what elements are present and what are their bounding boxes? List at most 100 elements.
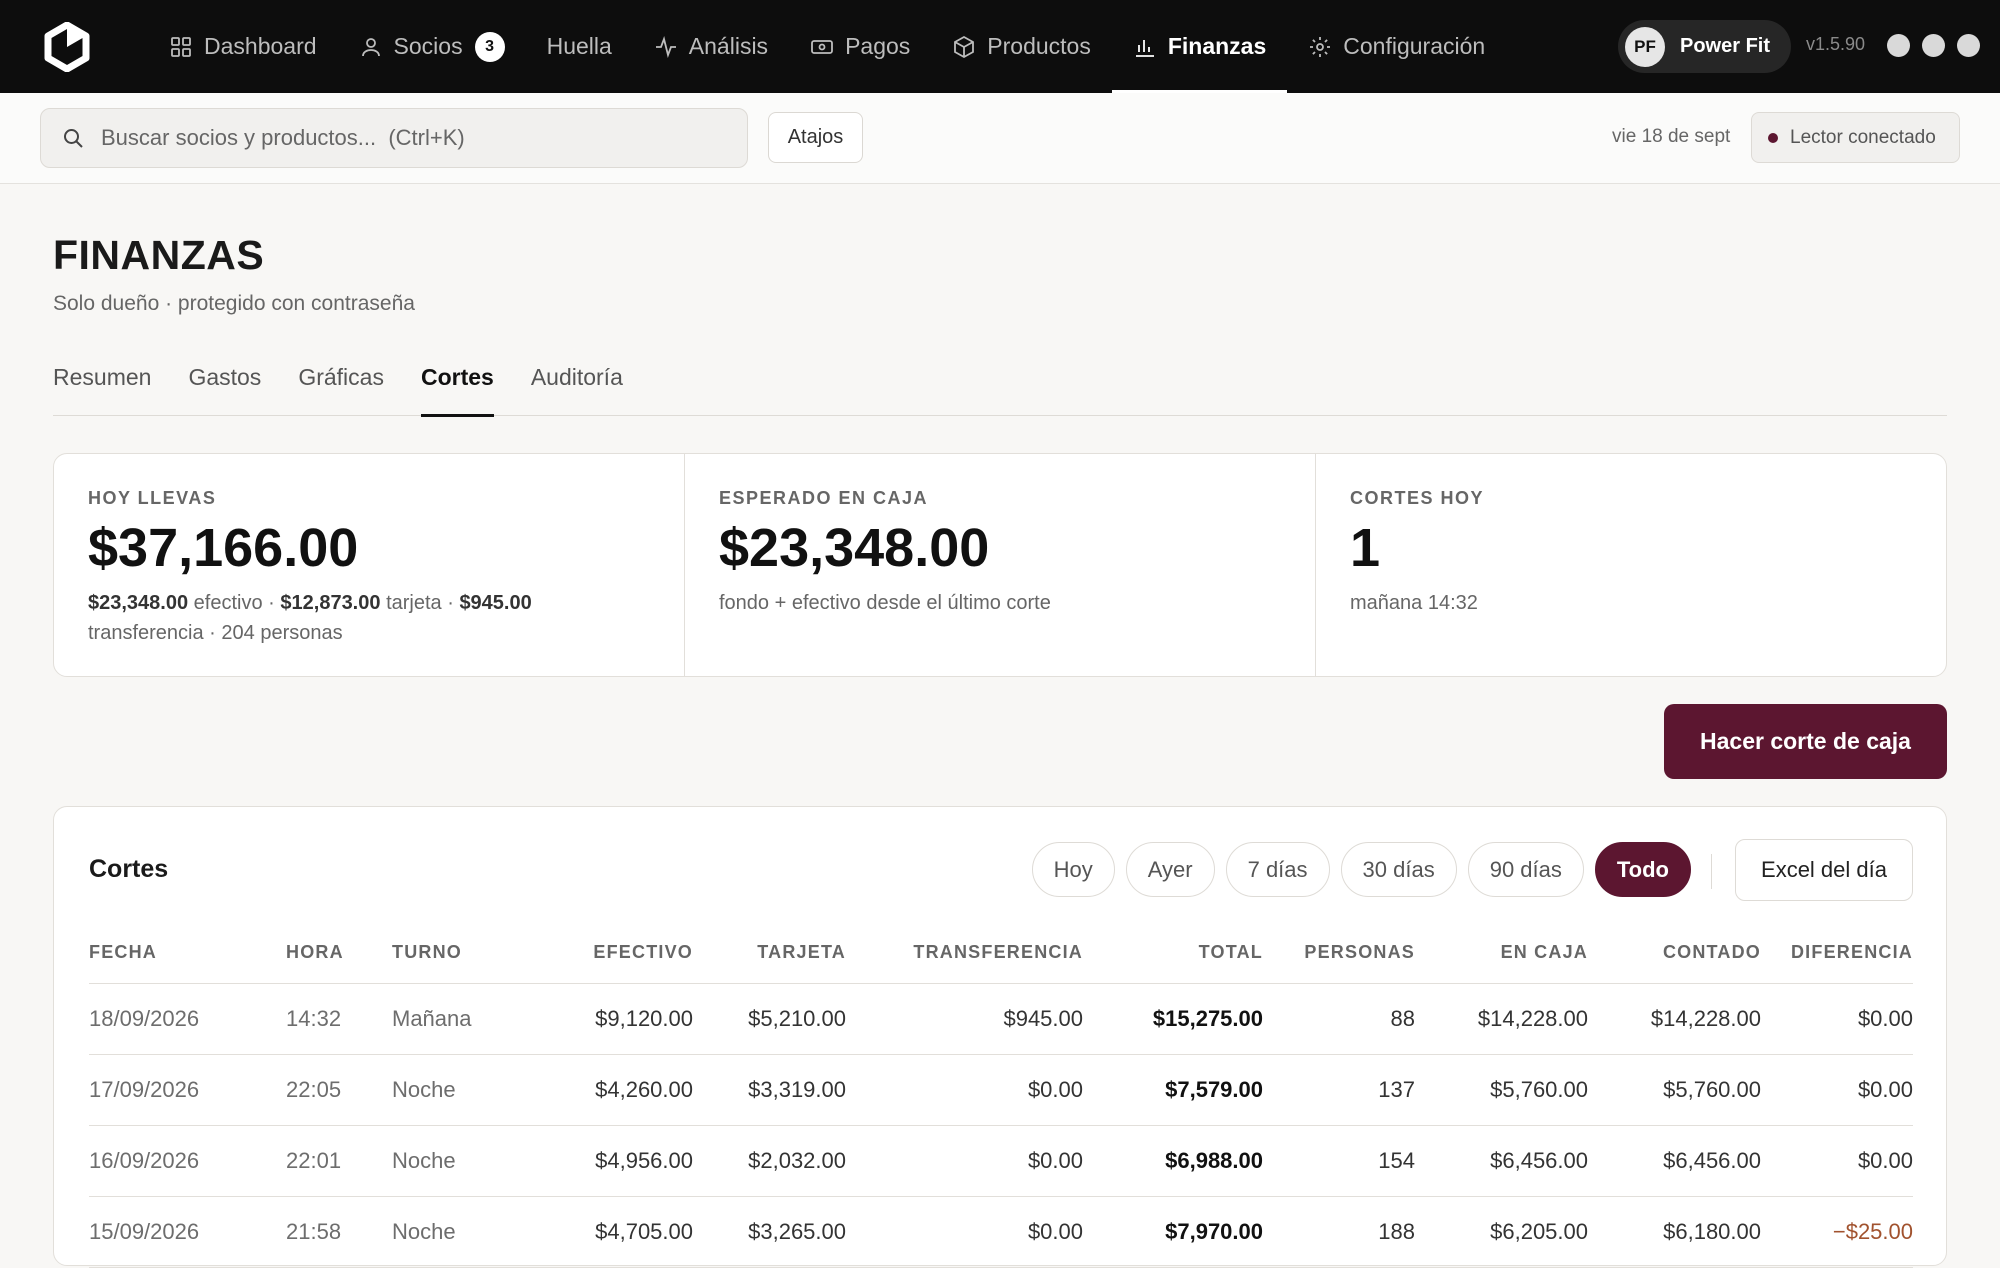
filter-todo[interactable]: Todo <box>1594 842 1691 897</box>
nav-socios[interactable]: Socios 3 <box>338 0 526 93</box>
profile-menu[interactable]: PF Power Fit <box>1618 20 1791 73</box>
cell-date: 15/09/2026 <box>89 1196 286 1268</box>
column-header[interactable]: FECHA <box>89 922 286 984</box>
column-header[interactable]: TURNO <box>392 922 526 984</box>
cell-people: 137 <box>1263 1054 1415 1126</box>
table-row[interactable]: 16/09/2026 22:01 Noche $4,956.00 $2,032.… <box>89 1125 1913 1197</box>
column-header[interactable]: TARJETA <box>693 922 846 984</box>
cell-counted: $14,228.00 <box>1588 983 1761 1055</box>
cell-people: 88 <box>1263 983 1415 1055</box>
filter-30-dias[interactable]: 30 días <box>1340 842 1457 897</box>
cell-time: 22:01 <box>286 1125 392 1197</box>
people-count: 204 personas <box>221 622 343 645</box>
column-header[interactable]: TRANSFERENCIA <box>846 922 1083 984</box>
filter-7-dias[interactable]: 7 días <box>1225 842 1330 897</box>
gear-icon <box>1310 36 1331 57</box>
cell-in-register: $6,456.00 <box>1415 1125 1588 1197</box>
tab-gastos[interactable]: Gastos <box>188 358 261 416</box>
cell-in-register: $6,205.00 <box>1415 1196 1588 1268</box>
reader-status: Lector conectado <box>1751 112 1960 163</box>
cell-card: $2,032.00 <box>693 1125 846 1197</box>
top-navigation: Dashboard Socios 3 Huella Análisis Pagos… <box>0 0 2000 93</box>
table-row[interactable]: 18/09/2026 14:32 Mañana $9,120.00 $5,210… <box>89 983 1913 1055</box>
column-header[interactable]: HORA <box>286 922 392 984</box>
export-excel-button[interactable]: Excel del día <box>1735 839 1913 901</box>
cell-difference: $0.00 <box>1761 983 1913 1055</box>
cell-date: 16/09/2026 <box>89 1125 286 1197</box>
cell-transfer: $0.00 <box>846 1196 1083 1268</box>
column-header[interactable]: PERSONAS <box>1263 922 1415 984</box>
search-input[interactable] <box>101 125 701 151</box>
user-icon <box>361 37 380 56</box>
cell-transfer: $0.00 <box>846 1125 1083 1197</box>
column-header[interactable]: EFECTIVO <box>526 922 693 984</box>
cell-card: $5,210.00 <box>693 983 846 1055</box>
nav-finanzas[interactable]: Finanzas <box>1111 0 1288 93</box>
filter-90-dias[interactable]: 90 días <box>1467 842 1584 897</box>
table-row[interactable]: 17/09/2026 22:05 Noche $4,260.00 $3,319.… <box>89 1054 1913 1126</box>
socios-count-badge: 3 <box>474 31 505 62</box>
table-row[interactable]: 15/09/2026 21:58 Noche $4,705.00 $3,265.… <box>89 1196 1913 1268</box>
window-minimize-button[interactable] <box>1887 34 1910 57</box>
nav-configuracion[interactable]: Configuración <box>1287 0 1506 93</box>
cash-amount: $23,348.00 <box>88 592 189 615</box>
cell-counted: $6,180.00 <box>1588 1196 1761 1268</box>
cell-shift: Mañana <box>392 983 526 1055</box>
filter-hoy[interactable]: Hoy <box>1031 842 1115 897</box>
window-close-button[interactable] <box>1957 34 1980 57</box>
column-header[interactable]: EN CAJA <box>1415 922 1588 984</box>
cell-transfer: $0.00 <box>846 1054 1083 1126</box>
nav-label: Configuración <box>1343 33 1486 59</box>
nav-label: Finanzas <box>1167 33 1267 59</box>
cell-date: 18/09/2026 <box>89 983 286 1055</box>
stat-expected: ESPERADO EN CAJA $23,348.00 fondo + efec… <box>685 454 1316 676</box>
card-amount: $12,873.00 <box>280 592 381 615</box>
cell-in-register: $14,228.00 <box>1415 983 1588 1055</box>
app-logo-icon[interactable] <box>42 22 92 72</box>
cell-total: $6,988.00 <box>1083 1125 1263 1197</box>
cell-shift: Noche <box>392 1125 526 1197</box>
reader-status-label: Lector conectado <box>1790 126 1936 148</box>
bar-chart-icon <box>1135 39 1154 57</box>
app-version: v1.5.90 <box>1806 34 1866 54</box>
nav-label: Productos <box>987 33 1091 59</box>
stat-today: HOY LLEVAS $37,166.00 $23,348.00 efectiv… <box>54 454 685 676</box>
shortcuts-button[interactable]: Atajos <box>768 112 863 163</box>
nav-pagos[interactable]: Pagos <box>789 0 931 93</box>
tab-cortes[interactable]: Cortes <box>420 358 494 417</box>
cell-counted: $6,456.00 <box>1588 1125 1761 1197</box>
window-maximize-button[interactable] <box>1922 34 1945 57</box>
tab-auditoria[interactable]: Auditoría <box>531 358 623 416</box>
nav-dashboard[interactable]: Dashboard <box>148 0 338 93</box>
cell-time: 22:05 <box>286 1054 392 1126</box>
nav-huella[interactable]: Huella <box>526 0 633 93</box>
cell-people: 188 <box>1263 1196 1415 1268</box>
cell-time: 21:58 <box>286 1196 392 1268</box>
search-box[interactable] <box>40 108 748 168</box>
column-header[interactable]: CONTADO <box>1588 922 1761 984</box>
cell-cash: $4,956.00 <box>526 1125 693 1197</box>
nav-label: Huella <box>546 33 612 59</box>
stat-label: ESPERADO EN CAJA <box>719 488 929 508</box>
status-dot-icon <box>1768 132 1778 143</box>
filter-ayer[interactable]: Ayer <box>1125 842 1215 897</box>
nav-analisis[interactable]: Análisis <box>633 0 789 93</box>
tab-resumen[interactable]: Resumen <box>53 358 151 416</box>
avatar: PF <box>1625 26 1665 67</box>
cell-in-register: $5,760.00 <box>1415 1054 1588 1126</box>
cell-card: $3,319.00 <box>693 1054 846 1126</box>
stat-value: $23,348.00 <box>719 518 990 578</box>
make-cash-cut-button[interactable]: Hacer corte de caja <box>1664 704 1947 779</box>
cell-difference: $0.00 <box>1761 1125 1913 1197</box>
banknote-icon <box>811 39 833 54</box>
card-label: tarjeta <box>386 592 442 615</box>
stat-value: $37,166.00 <box>88 518 359 578</box>
column-header[interactable]: DIFERENCIA <box>1761 922 1913 984</box>
nav-label: Socios <box>393 33 463 59</box>
cell-total: $15,275.00 <box>1083 983 1263 1055</box>
cash-label: efectivo <box>193 592 263 615</box>
tab-graficas[interactable]: Gráficas <box>298 358 384 416</box>
nav-productos[interactable]: Productos <box>931 0 1112 93</box>
finance-tabs: Resumen Gastos Gráficas Cortes Auditoría <box>53 358 1947 417</box>
column-header[interactable]: TOTAL <box>1083 922 1263 984</box>
